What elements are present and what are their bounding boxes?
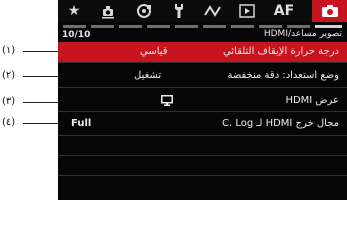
wrench-icon [175,4,183,18]
playback-icon [239,4,255,18]
display-tab[interactable] [126,0,162,22]
star-icon: ★ [67,3,81,19]
star-tab[interactable]: ★ [58,0,90,22]
af-tab-label: AF [273,3,295,19]
divider [58,155,347,156]
divider [58,135,347,136]
camera-menu-screen: ★ AF 10/10 تصوير مساعد/HDMI درجة حرارة ا… [58,0,347,200]
divider [58,87,347,88]
callout-3: (٣) [2,96,16,107]
menu-item-label: مجال خرج HDMI لـ C. Log [222,118,339,129]
menu-item-hdmi-display[interactable]: عرض HDMI [58,91,347,111]
menu-item-label: وضع استعداد: دقة منخفضة [227,70,339,81]
menu-item-value: Full [71,118,92,129]
menu-tab-bar: ★ AF [58,0,347,22]
monitor-icon [161,95,173,109]
menu-item-value: تشغيل [134,70,162,81]
wrench-tab[interactable] [162,0,196,22]
divider [58,111,347,112]
divider [58,62,347,63]
callout-2: (٢) [2,70,16,81]
shooting-tab[interactable] [90,0,126,22]
af-tab[interactable]: AF [264,0,304,22]
page-dash-active [315,25,342,28]
page-dash [147,25,170,28]
camera-icon [321,5,338,17]
display-settings-icon [137,4,151,18]
page-dash [231,25,254,28]
menu-item-standby-low-res[interactable]: وضع استعداد: دقة منخفضة تشغيل [58,66,347,86]
page-dash [259,25,282,28]
page-count: 10/10 [62,30,91,40]
page-dash [287,25,310,28]
menu-item-auto-power-off-temp[interactable]: درجة حرارة الإيقاف التلقائي قياسي [58,42,347,62]
page-dash [91,25,114,28]
page-dash [175,25,198,28]
menu-item-label: عرض HDMI [285,95,339,106]
section-title: تصوير مساعد/HDMI [263,29,342,39]
playback-tab[interactable] [230,0,264,22]
callout-1: (١) [2,45,16,56]
page-dash [203,25,226,28]
menu-item-hdmi-clog-range[interactable]: مجال خرج HDMI لـ C. Log Full [58,114,347,134]
camera-settings-icon [102,6,114,19]
callout-4: (٤) [2,117,16,128]
menu-item-value: قياسي [140,46,168,57]
camera-tab[interactable] [312,0,347,22]
divider [58,175,347,176]
network-icon [204,5,221,17]
network-tab[interactable] [196,0,230,22]
page-dash [63,25,86,28]
menu-item-label: درجة حرارة الإيقاف التلقائي [222,46,339,57]
page-dash [119,25,142,28]
